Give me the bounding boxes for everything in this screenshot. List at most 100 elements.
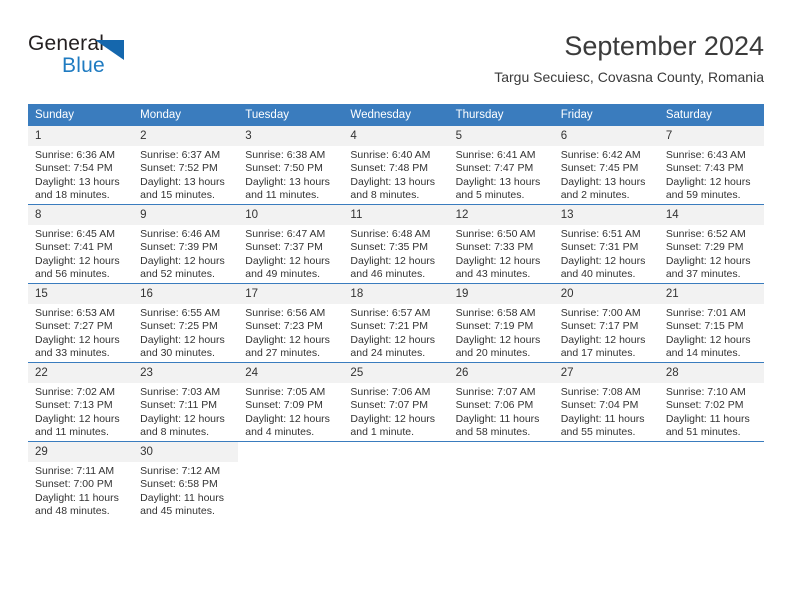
daylight-text-line1: Daylight: 11 hours xyxy=(35,491,119,504)
day-cell[interactable]: 18 Sunrise: 6:57 AM Sunset: 7:21 PM Dayligh… xyxy=(343,284,449,362)
calendar-cell: 10 Sunrise: 6:47 AM Sunset: 7:37 PM Dayligh… xyxy=(238,204,344,284)
day-number: 11 xyxy=(343,205,449,225)
day-cell[interactable]: 26 Sunrise: 7:07 AM Sunset: 7:06 PM Dayligh… xyxy=(448,363,554,441)
sunset-text: Sunset: 7:11 PM xyxy=(140,399,217,412)
calendar-week-row: 22 Sunrise: 7:02 AM Sunset: 7:13 PM Dayligh… xyxy=(28,362,764,442)
day-cell[interactable]: 15 Sunrise: 6:53 AM Sunset: 7:27 PM Dayligh… xyxy=(28,284,134,362)
day-cell[interactable]: 8 Sunrise: 6:45 AM Sunset: 7:41 PM Daylight… xyxy=(28,205,134,283)
sunset-text: Sunset: 7:04 PM xyxy=(560,399,639,412)
logo-text-blue: Blue xyxy=(62,54,105,77)
calendar-week-row: 15 Sunrise: 6:53 AM Sunset: 7:27 PM Dayligh… xyxy=(28,283,764,363)
day-info: Sunrise: 7:06 AM Sunset: 7:07 PM Daylight:… xyxy=(343,383,448,440)
daylight-text-line1: Daylight: 13 hours xyxy=(350,175,436,188)
day-cell[interactable]: 21 Sunrise: 7:01 AM Sunset: 7:15 PM Dayligh… xyxy=(658,284,764,362)
daylight-text-line2: and 48 minutes. xyxy=(35,505,110,518)
calendar-cell: 2 Sunrise: 6:37 AM Sunset: 7:52 PM Daylight… xyxy=(133,126,239,205)
day-info: Sunrise: 6:36 AM Sunset: 7:54 PM Daylight:… xyxy=(28,146,133,203)
day-cell[interactable]: 24 Sunrise: 7:05 AM Sunset: 7:09 PM Dayligh… xyxy=(238,363,344,441)
day-cell[interactable]: 3 Sunrise: 6:38 AM Sunset: 7:50 PM Daylight… xyxy=(238,126,344,204)
day-number: 15 xyxy=(28,284,134,304)
day-number: 19 xyxy=(448,284,554,304)
day-info: Sunrise: 6:48 AM Sunset: 7:35 PM Daylight:… xyxy=(343,225,448,282)
day-cell[interactable]: 16 Sunrise: 6:55 AM Sunset: 7:25 PM Dayligh… xyxy=(133,284,239,362)
day-cell[interactable]: 13 Sunrise: 6:51 AM Sunset: 7:31 PM Dayligh… xyxy=(553,205,659,283)
daylight-text-line1: Daylight: 12 hours xyxy=(665,175,751,188)
daylight-text-line2: and 5 minutes. xyxy=(455,189,525,202)
calendar-week-row: 29 Sunrise: 7:11 AM Sunset: 7:00 PM Dayligh… xyxy=(28,441,764,520)
day-cell[interactable]: 1 Sunrise: 6:36 AM Sunset: 7:54 PM Daylight… xyxy=(28,126,134,204)
day-cell[interactable]: 14 Sunrise: 6:52 AM Sunset: 7:29 PM Dayligh… xyxy=(658,205,764,283)
day-number: 14 xyxy=(658,205,764,225)
calendar-cell-empty xyxy=(343,441,449,520)
daylight-text-line1: Daylight: 12 hours xyxy=(665,254,751,267)
day-number: 6 xyxy=(553,126,659,146)
day-cell[interactable]: 27 Sunrise: 7:08 AM Sunset: 7:04 PM Dayligh… xyxy=(553,363,659,441)
sunset-text: Sunset: 7:27 PM xyxy=(35,320,113,333)
sunset-text: Sunset: 7:19 PM xyxy=(455,320,534,333)
day-number: 3 xyxy=(238,126,344,146)
calendar-page: General Blue September 2024 Targu Secuie… xyxy=(0,0,792,612)
day-number: 21 xyxy=(658,284,764,304)
calendar-cell: 29 Sunrise: 7:11 AM Sunset: 7:00 PM Dayligh… xyxy=(28,441,134,520)
day-info: Sunrise: 6:56 AM Sunset: 7:23 PM Daylight:… xyxy=(238,304,343,361)
sunset-text: Sunset: 7:07 PM xyxy=(350,399,429,412)
day-cell[interactable]: 30 Sunrise: 7:12 AM Sunset: 6:58 PM Dayligh… xyxy=(133,442,239,520)
page-header: General Blue September 2024 Targu Secuie… xyxy=(28,30,764,98)
day-number: 7 xyxy=(658,126,764,146)
day-cell[interactable]: 17 Sunrise: 6:56 AM Sunset: 7:23 PM Dayligh… xyxy=(238,284,344,362)
day-cell[interactable]: 29 Sunrise: 7:11 AM Sunset: 7:00 PM Dayligh… xyxy=(28,442,134,520)
day-cell[interactable]: 23 Sunrise: 7:03 AM Sunset: 7:11 PM Dayligh… xyxy=(133,363,239,441)
daylight-text-line1: Daylight: 12 hours xyxy=(455,333,541,346)
day-cell[interactable]: 22 Sunrise: 7:02 AM Sunset: 7:13 PM Dayligh… xyxy=(28,363,134,441)
daylight-text-line1: Daylight: 11 hours xyxy=(665,412,750,425)
day-cell[interactable]: 20 Sunrise: 7:00 AM Sunset: 7:17 PM Dayligh… xyxy=(553,284,659,362)
sunset-text: Sunset: 7:39 PM xyxy=(140,241,218,254)
day-info: Sunrise: 7:11 AM Sunset: 7:00 PM Daylight:… xyxy=(28,462,133,519)
day-cell[interactable]: 19 Sunrise: 6:58 AM Sunset: 7:19 PM Dayligh… xyxy=(448,284,554,362)
day-cell-empty xyxy=(659,442,764,520)
daylight-text-line2: and 11 minutes. xyxy=(245,189,320,202)
sunrise-text: Sunrise: 7:08 AM xyxy=(560,386,641,398)
daylight-text-line2: and 30 minutes. xyxy=(140,347,215,360)
day-cell[interactable]: 2 Sunrise: 6:37 AM Sunset: 7:52 PM Daylight… xyxy=(133,126,239,204)
day-info: Sunrise: 7:00 AM Sunset: 7:17 PM Daylight:… xyxy=(554,304,659,361)
calendar-cell: 9 Sunrise: 6:46 AM Sunset: 7:39 PM Daylight… xyxy=(133,204,239,284)
logo-text-general: General xyxy=(28,32,105,55)
day-cell[interactable]: 9 Sunrise: 6:46 AM Sunset: 7:39 PM Daylight… xyxy=(133,205,239,283)
day-cell[interactable]: 7 Sunrise: 6:43 AM Sunset: 7:43 PM Daylight… xyxy=(658,126,764,204)
sunrise-text: Sunrise: 6:37 AM xyxy=(140,149,221,161)
sunrise-text: Sunrise: 7:02 AM xyxy=(35,386,115,398)
day-cell[interactable]: 6 Sunrise: 6:42 AM Sunset: 7:45 PM Daylight… xyxy=(553,126,659,204)
day-cell[interactable]: 4 Sunrise: 6:40 AM Sunset: 7:48 PM Daylight… xyxy=(343,126,449,204)
sunrise-text: Sunrise: 6:41 AM xyxy=(455,149,536,161)
sunrise-text: Sunrise: 6:42 AM xyxy=(560,149,641,161)
sunrise-text: Sunrise: 6:40 AM xyxy=(350,149,431,161)
sunrise-text: Sunrise: 7:07 AM xyxy=(455,386,536,398)
sunset-text: Sunset: 7:31 PM xyxy=(560,241,639,254)
page-title: September 2024 xyxy=(564,31,764,61)
day-info: Sunrise: 6:53 AM Sunset: 7:27 PM Daylight:… xyxy=(28,304,133,361)
calendar-header-row: Sunday Monday Tuesday Wednesday Thursday… xyxy=(28,104,764,126)
day-number: 29 xyxy=(28,442,134,462)
daylight-text-line1: Daylight: 12 hours xyxy=(35,333,120,346)
day-cell[interactable]: 28 Sunrise: 7:10 AM Sunset: 7:02 PM Dayligh… xyxy=(658,363,764,441)
day-number: 20 xyxy=(553,284,659,304)
calendar-cell: 24 Sunrise: 7:05 AM Sunset: 7:09 PM Dayligh… xyxy=(238,362,344,442)
day-cell-empty xyxy=(449,442,554,520)
day-number: 8 xyxy=(28,205,134,225)
day-cell[interactable]: 10 Sunrise: 6:47 AM Sunset: 7:37 PM Dayligh… xyxy=(238,205,344,283)
day-cell[interactable]: 12 Sunrise: 6:50 AM Sunset: 7:33 PM Dayligh… xyxy=(448,205,554,283)
calendar-cell: 27 Sunrise: 7:08 AM Sunset: 7:04 PM Dayligh… xyxy=(553,362,659,442)
day-number: 10 xyxy=(238,205,344,225)
sunrise-text: Sunrise: 6:51 AM xyxy=(560,228,641,240)
general-blue-logo[interactable]: General Blue xyxy=(28,32,248,90)
day-info: Sunrise: 7:02 AM Sunset: 7:13 PM Daylight:… xyxy=(28,383,133,440)
day-cell[interactable]: 25 Sunrise: 7:06 AM Sunset: 7:07 PM Dayligh… xyxy=(343,363,449,441)
day-cell[interactable]: 11 Sunrise: 6:48 AM Sunset: 7:35 PM Dayligh… xyxy=(343,205,449,283)
daylight-text-line2: and 40 minutes. xyxy=(560,268,636,281)
day-cell[interactable]: 5 Sunrise: 6:41 AM Sunset: 7:47 PM Daylight… xyxy=(448,126,554,204)
day-number: 27 xyxy=(553,363,659,383)
sunrise-text: Sunrise: 6:56 AM xyxy=(245,307,326,319)
daylight-text-line1: Daylight: 12 hours xyxy=(350,333,436,346)
daylight-text-line1: Daylight: 11 hours xyxy=(140,491,224,504)
